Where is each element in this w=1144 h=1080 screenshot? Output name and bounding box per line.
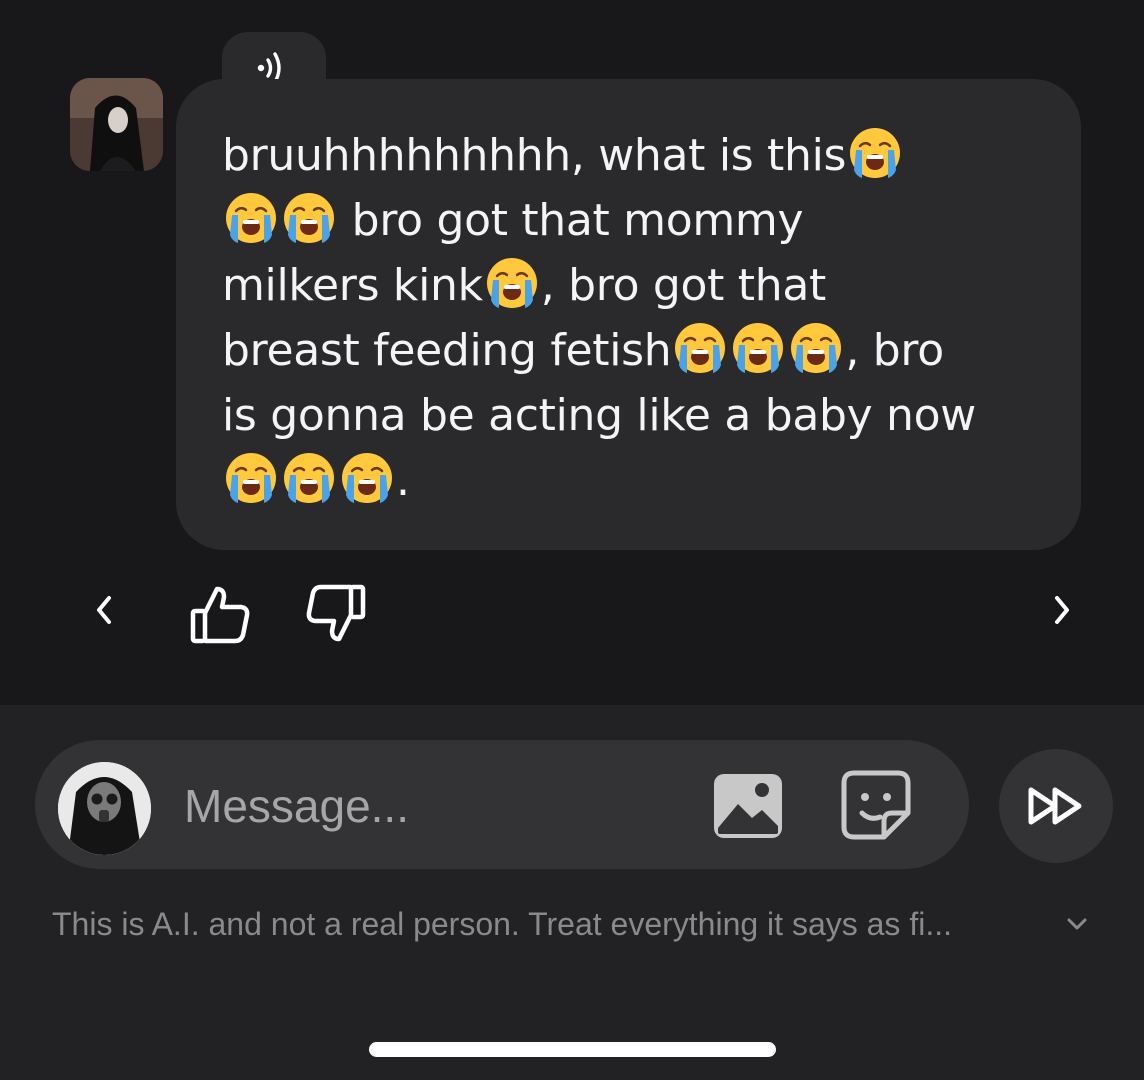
home-indicator — [369, 1042, 776, 1057]
sticker-button[interactable] — [838, 768, 914, 842]
message-text: bruuhhhhhhhhh, what is this bro got that… — [222, 123, 1041, 513]
dislike-button[interactable] — [302, 581, 370, 647]
disclaimer-text: This is A.I. and not a real person. Trea… — [52, 906, 952, 942]
message-text-segment: , bro — [845, 325, 944, 376]
chevron-right-icon — [1055, 596, 1069, 624]
loudly-crying-face-icon — [850, 128, 901, 178]
next-response-button[interactable] — [1044, 589, 1080, 631]
user-avatar[interactable] — [58, 762, 151, 855]
message-actions — [0, 575, 1144, 645]
thumbs-down-icon — [306, 584, 366, 642]
message-text-segment: bro got that mommy — [338, 195, 804, 246]
loudly-crying-face-icon — [342, 453, 392, 503]
loudly-crying-face-icon — [226, 193, 276, 243]
message-text-segment: bruuhhhhhhhhh, what is this — [222, 130, 847, 181]
thumbs-up-icon — [190, 586, 250, 644]
image-icon — [714, 774, 782, 838]
loudly-crying-face-icon — [226, 453, 276, 503]
attach-image-button[interactable] — [710, 770, 786, 842]
chevron-left-icon — [97, 596, 111, 624]
loudly-crying-face-icon — [284, 193, 334, 243]
ai-disclaimer[interactable]: This is A.I. and not a real person. Trea… — [52, 906, 1092, 950]
loudly-crying-face-icon — [791, 323, 842, 373]
loudly-crying-face-icon — [486, 258, 537, 308]
loudly-crying-face-icon — [733, 323, 784, 373]
bot-avatar[interactable] — [70, 78, 163, 171]
message-text-segment: breast feeding fetish — [222, 325, 672, 376]
send-button[interactable] — [999, 749, 1113, 863]
expand-disclaimer-button[interactable] — [1064, 908, 1090, 945]
loudly-crying-face-icon — [284, 453, 334, 503]
like-button[interactable] — [186, 581, 254, 647]
message-text-segment: . — [396, 455, 410, 506]
message-text-segment: milkers kink — [222, 260, 483, 311]
message-bubble: bruuhhhhhhhhh, what is this bro got that… — [176, 79, 1081, 550]
fast-forward-icon — [1028, 787, 1082, 825]
loudly-crying-face-icon — [675, 323, 726, 373]
previous-response-button[interactable] — [86, 589, 122, 631]
sticker-icon — [841, 770, 911, 840]
chevron-down-icon — [1067, 918, 1087, 930]
message-text-segment: is gonna be acting like a baby now — [222, 390, 976, 441]
message-text-segment: , bro got that — [540, 260, 826, 311]
message-input[interactable] — [182, 772, 686, 840]
